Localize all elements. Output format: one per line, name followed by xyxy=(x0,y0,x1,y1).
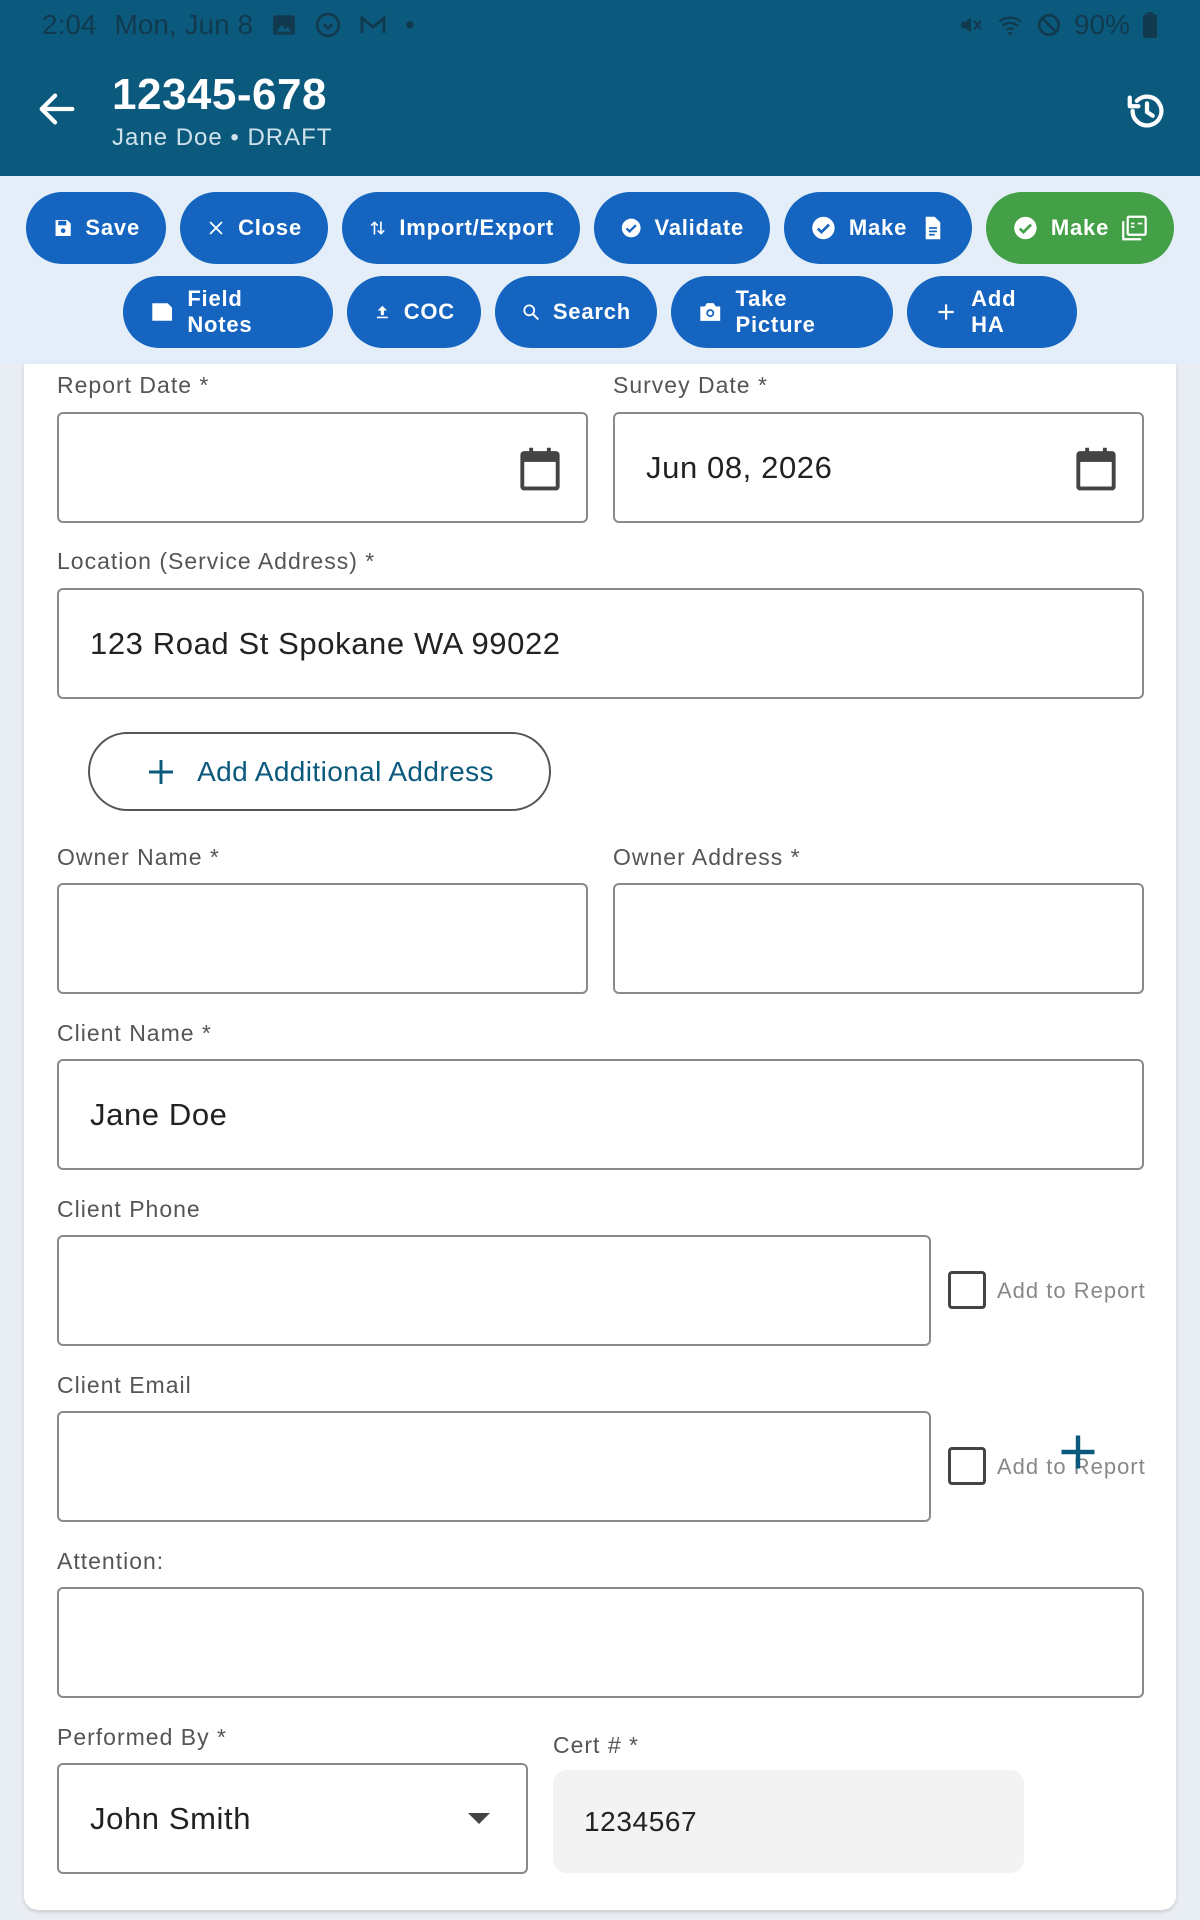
action-toolbar: Save Close Import/Export Validate Make M… xyxy=(0,176,1200,364)
location-field[interactable]: 123 Road St Spokane WA 99022 xyxy=(57,588,1144,699)
take-picture-button[interactable]: Take Picture xyxy=(671,276,893,348)
client-email-label: Client Email xyxy=(57,1372,192,1398)
search-label: Search xyxy=(552,299,631,324)
battery-icon xyxy=(1142,12,1158,38)
check-circle-icon xyxy=(621,218,641,238)
wifi-icon xyxy=(998,16,1022,36)
field-notes-button[interactable]: Field Notes xyxy=(123,276,333,348)
close-label: Close xyxy=(238,215,302,240)
performed-by-dropdown[interactable]: John Smith xyxy=(57,1763,528,1874)
import-export-icon xyxy=(370,221,385,235)
save-button[interactable]: Save xyxy=(26,192,166,264)
client-email-add-to-report-checkbox[interactable] xyxy=(948,1447,986,1485)
coc-label: COC xyxy=(403,299,455,324)
add-ha-button[interactable]: Add HA xyxy=(907,276,1077,348)
make-label: Make xyxy=(848,215,908,240)
page-subtitle: Jane Doe • DRAFT xyxy=(112,124,333,151)
take-picture-label: Take Picture xyxy=(735,286,816,337)
add-cert-plus-icon[interactable] xyxy=(1056,1430,1100,1474)
app-bar: 12345-678 Jane Doe • DRAFT xyxy=(0,50,1200,176)
owner-name-field[interactable] xyxy=(57,883,588,994)
status-time: 2:04 xyxy=(42,9,97,40)
validate-button[interactable]: Validate xyxy=(594,192,770,264)
field-notes-label: Field Notes xyxy=(187,286,253,337)
client-phone-add-to-report-checkbox[interactable] xyxy=(948,1271,986,1309)
cert-field[interactable]: 1234567 xyxy=(553,1770,1024,1873)
client-email-field[interactable] xyxy=(57,1411,931,1522)
owner-address-field[interactable] xyxy=(613,883,1144,994)
add-additional-address-label: Add Additional Address xyxy=(197,755,494,787)
make-document-button[interactable]: Make xyxy=(784,192,972,264)
add-additional-address-button[interactable]: Add Additional Address xyxy=(88,732,551,811)
do-not-disturb-icon xyxy=(1037,13,1061,37)
client-name-field[interactable]: Jane Doe xyxy=(57,1059,1144,1170)
validate-label: Validate xyxy=(654,215,744,240)
make-pdf-button[interactable]: Make xyxy=(986,192,1174,264)
status-date: Mon, Jun 8 xyxy=(114,9,254,40)
gallery-icon xyxy=(273,15,295,35)
client-phone-label: Client Phone xyxy=(57,1196,201,1222)
import-export-button[interactable]: Import/Export xyxy=(342,192,580,264)
search-icon xyxy=(523,304,540,321)
battery-percent: 90% xyxy=(1073,9,1130,40)
owner-address-label: Owner Address * xyxy=(613,844,801,870)
pdf-icon xyxy=(1122,215,1147,241)
document-icon xyxy=(925,216,941,240)
back-arrow-icon[interactable] xyxy=(34,86,80,132)
owner-name-label: Owner Name * xyxy=(57,844,220,870)
report-date-field[interactable] xyxy=(57,412,588,523)
make-pdf-label: Make xyxy=(1050,215,1110,240)
mute-icon xyxy=(961,17,982,33)
performed-by-label: Performed By * xyxy=(57,1724,227,1750)
report-date-label: Report Date * xyxy=(57,372,210,398)
history-icon[interactable] xyxy=(1124,88,1170,134)
attention-field[interactable] xyxy=(57,1587,1144,1698)
close-button[interactable]: Close xyxy=(180,192,328,264)
calendar-icon[interactable] xyxy=(518,446,562,492)
cert-label: Cert # * xyxy=(553,1732,639,1758)
client-phone-add-to-report-label: Add to Report xyxy=(997,1278,1146,1303)
check-circle-icon xyxy=(1014,216,1037,240)
coc-button[interactable]: COC xyxy=(347,276,481,348)
save-label: Save xyxy=(85,215,140,240)
status-dot: • xyxy=(405,9,415,40)
report-form: Report Date * Survey Date * Jun 08, 2026… xyxy=(24,364,1176,1910)
gmail-icon xyxy=(360,14,386,33)
calendar-icon[interactable] xyxy=(1074,446,1118,492)
survey-date-field[interactable]: Jun 08, 2026 xyxy=(613,412,1144,523)
add-ha-label: Add HA xyxy=(971,286,1017,337)
import-export-label: Import/Export xyxy=(399,215,554,240)
save-icon xyxy=(55,219,71,237)
client-name-label: Client Name * xyxy=(57,1020,212,1046)
location-label: Location (Service Address) * xyxy=(57,548,376,574)
upload-icon xyxy=(376,305,388,319)
check-circle-icon xyxy=(812,216,835,240)
status-bar: 2:04 Mon, Jun 8 • 90% xyxy=(0,0,1200,50)
page-title: 12345-678 xyxy=(112,70,327,119)
search-button[interactable]: Search xyxy=(495,276,657,348)
survey-date-label: Survey Date * xyxy=(613,372,768,398)
client-phone-field[interactable] xyxy=(57,1235,931,1346)
folder-icon xyxy=(152,303,173,321)
plus-icon xyxy=(938,304,954,320)
camera-icon xyxy=(700,303,721,321)
plus-icon xyxy=(149,759,174,784)
close-icon xyxy=(209,221,223,235)
dropdown-arrow-icon xyxy=(468,1813,490,1824)
shield-heart-icon xyxy=(315,12,341,38)
attention-label: Attention: xyxy=(57,1548,165,1574)
